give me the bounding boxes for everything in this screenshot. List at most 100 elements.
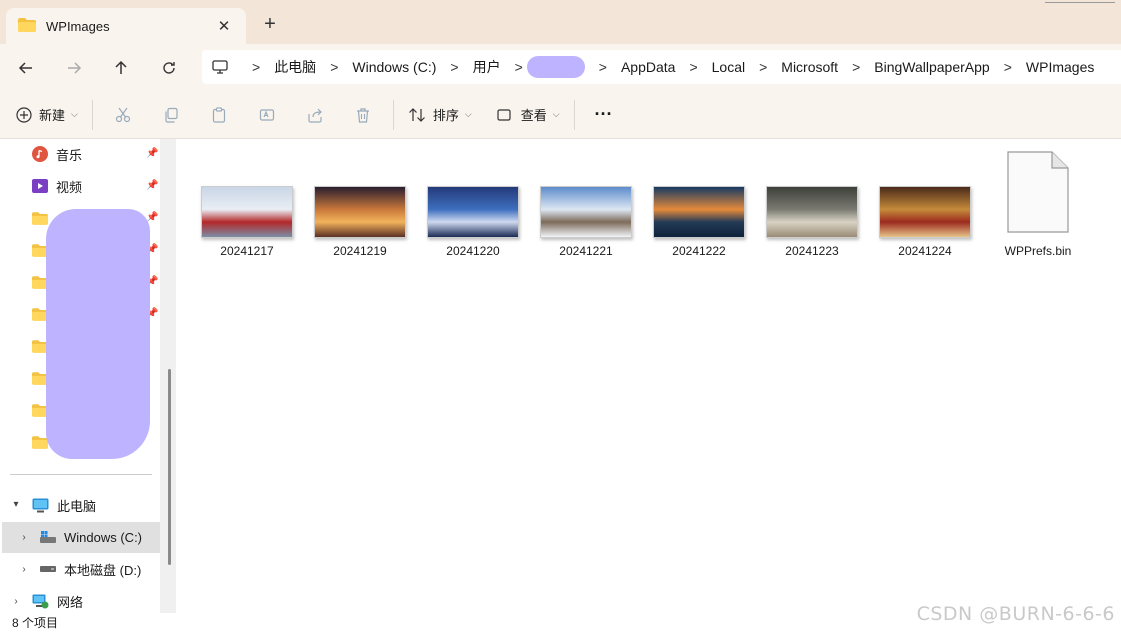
close-tab-button[interactable]: ✕ bbox=[214, 17, 234, 35]
nav-item-network[interactable]: 网络 bbox=[32, 586, 83, 616]
window-controls[interactable] bbox=[1045, 2, 1115, 8]
computer-icon bbox=[212, 59, 228, 75]
breadcrumb-microsoft[interactable]: Microsoft bbox=[781, 59, 838, 75]
back-button[interactable] bbox=[12, 54, 40, 82]
breadcrumb-local[interactable]: Local bbox=[712, 59, 745, 75]
nav-item-label: 此电脑 bbox=[57, 498, 97, 514]
toolbar-divider bbox=[91, 99, 93, 130]
computer-icon bbox=[32, 498, 49, 512]
breadcrumb-users[interactable]: 用户 bbox=[473, 57, 501, 77]
folder-icon bbox=[18, 17, 36, 35]
breadcrumb-separator: > bbox=[689, 59, 698, 75]
file-list: 20241217 20241219 20241220 20241221 2024… bbox=[176, 139, 1121, 613]
arrow-right-icon bbox=[68, 62, 82, 74]
file-name: 20241221 bbox=[559, 244, 613, 258]
chevron-right-icon[interactable]: › bbox=[18, 532, 30, 543]
copy-button[interactable] bbox=[147, 99, 195, 131]
file-name: WPPrefs.bin bbox=[1004, 244, 1072, 258]
refresh-icon bbox=[163, 62, 175, 74]
tab-wpimages[interactable]: WPImages ✕ bbox=[6, 8, 246, 44]
nav-item-this-pc[interactable]: 此电脑 bbox=[32, 490, 96, 520]
delete-button[interactable] bbox=[339, 99, 387, 131]
chevron-down-icon: ⌵ bbox=[71, 109, 78, 119]
image-thumbnail bbox=[540, 186, 632, 238]
file-name: 20241219 bbox=[333, 244, 387, 258]
document-icon bbox=[1007, 151, 1069, 233]
view-button[interactable]: 查看 ⌵ bbox=[488, 99, 568, 131]
breadcrumb-separator: > bbox=[852, 59, 861, 75]
file-item[interactable]: 20241221 bbox=[536, 186, 636, 258]
tab-title: WPImages bbox=[46, 18, 110, 34]
file-item[interactable]: 20241223 bbox=[762, 186, 862, 258]
breadcrumb-separator: > bbox=[1003, 59, 1012, 75]
nav-item-d-drive[interactable]: 本地磁盘 (D:) bbox=[40, 554, 141, 584]
command-bar: 新建 ⌵ 排序 ⌵ 查看 ⌵ ··· bbox=[0, 91, 1121, 139]
refresh-button[interactable] bbox=[155, 54, 183, 82]
file-item[interactable]: 20241220 bbox=[423, 186, 523, 258]
more-options-button[interactable]: ··· bbox=[581, 99, 627, 131]
navigation-pane: 音乐 📌 视频 📌 📌 📌 📌 📌 ▾ 此电脑 › Windows (C:) ›… bbox=[0, 139, 176, 613]
sidebar-divider bbox=[10, 474, 152, 475]
rename-button[interactable] bbox=[243, 99, 291, 131]
nav-item-label: 音乐 bbox=[56, 147, 83, 163]
folder-icon bbox=[32, 211, 48, 225]
breadcrumb-appdata[interactable]: AppData bbox=[621, 59, 675, 75]
file-item[interactable]: 20241224 bbox=[875, 186, 975, 258]
chevron-right-icon[interactable]: › bbox=[10, 596, 22, 607]
network-icon bbox=[32, 594, 49, 608]
sort-icon bbox=[408, 107, 425, 122]
new-button-label: 新建 bbox=[39, 108, 66, 123]
forward-button[interactable] bbox=[60, 54, 88, 82]
breadcrumb-this-pc[interactable]: 此电脑 bbox=[274, 57, 316, 77]
windows-drive-icon bbox=[40, 531, 56, 543]
nav-item-music[interactable]: 音乐 bbox=[32, 139, 82, 169]
up-button[interactable] bbox=[107, 54, 135, 82]
new-button[interactable]: 新建 ⌵ bbox=[8, 99, 86, 131]
chevron-right-icon[interactable]: › bbox=[18, 564, 30, 575]
breadcrumb-wpimages[interactable]: WPImages bbox=[1026, 59, 1094, 75]
file-item[interactable]: 20241222 bbox=[649, 186, 749, 258]
breadcrumb-c-drive[interactable]: Windows (C:) bbox=[352, 59, 436, 75]
image-thumbnail bbox=[653, 186, 745, 238]
file-name: 20241224 bbox=[898, 244, 952, 258]
sort-button[interactable]: 排序 ⌵ bbox=[400, 99, 480, 131]
breadcrumb-separator: > bbox=[450, 59, 459, 75]
file-item[interactable]: WPPrefs.bin bbox=[988, 151, 1088, 258]
share-button[interactable] bbox=[291, 99, 339, 131]
address-bar[interactable]: > 此电脑 > Windows (C:) > 用户 > > AppData > … bbox=[202, 50, 1121, 84]
music-icon bbox=[32, 146, 48, 162]
breadcrumb-bingwallpaperapp[interactable]: BingWallpaperApp bbox=[874, 59, 989, 75]
scissors-icon bbox=[115, 107, 130, 122]
cut-button[interactable] bbox=[99, 99, 147, 131]
chevron-down-icon[interactable]: ▾ bbox=[10, 499, 22, 510]
watermark-text: CSDN @BURN-6-6-6 bbox=[916, 603, 1115, 625]
nav-item-label: 本地磁盘 (D:) bbox=[64, 562, 142, 578]
rename-icon bbox=[259, 108, 274, 121]
view-button-label: 查看 bbox=[520, 108, 547, 123]
redacted-folder-names bbox=[46, 209, 150, 459]
pin-icon: 📌 bbox=[146, 148, 159, 159]
redacted-username[interactable] bbox=[526, 56, 585, 78]
nav-item-videos[interactable]: 视频 bbox=[32, 171, 82, 201]
image-thumbnail bbox=[427, 186, 519, 238]
plus-circle-icon bbox=[16, 106, 32, 123]
file-item[interactable]: 20241219 bbox=[310, 186, 410, 258]
toolbar-divider bbox=[573, 99, 575, 130]
nav-item-folder[interactable] bbox=[32, 203, 48, 233]
file-name: 20241220 bbox=[446, 244, 500, 258]
image-thumbnail bbox=[201, 186, 293, 238]
view-icon bbox=[497, 108, 511, 121]
sidebar-scrollbar[interactable] bbox=[168, 369, 171, 565]
item-count: 8 个项目 bbox=[12, 616, 59, 630]
file-name: 20241222 bbox=[672, 244, 726, 258]
arrow-up-icon bbox=[115, 60, 127, 74]
new-tab-button[interactable]: + bbox=[258, 12, 282, 36]
paste-button[interactable] bbox=[195, 99, 243, 131]
trash-icon bbox=[356, 107, 369, 123]
nav-item-label: 视频 bbox=[56, 179, 83, 195]
nav-item-windows-drive[interactable]: Windows (C:) bbox=[40, 522, 142, 552]
copy-icon bbox=[165, 107, 178, 123]
nav-item-label: Windows (C:) bbox=[64, 529, 143, 545]
file-item[interactable]: 20241217 bbox=[197, 186, 297, 258]
breadcrumb-separator: > bbox=[759, 59, 768, 75]
